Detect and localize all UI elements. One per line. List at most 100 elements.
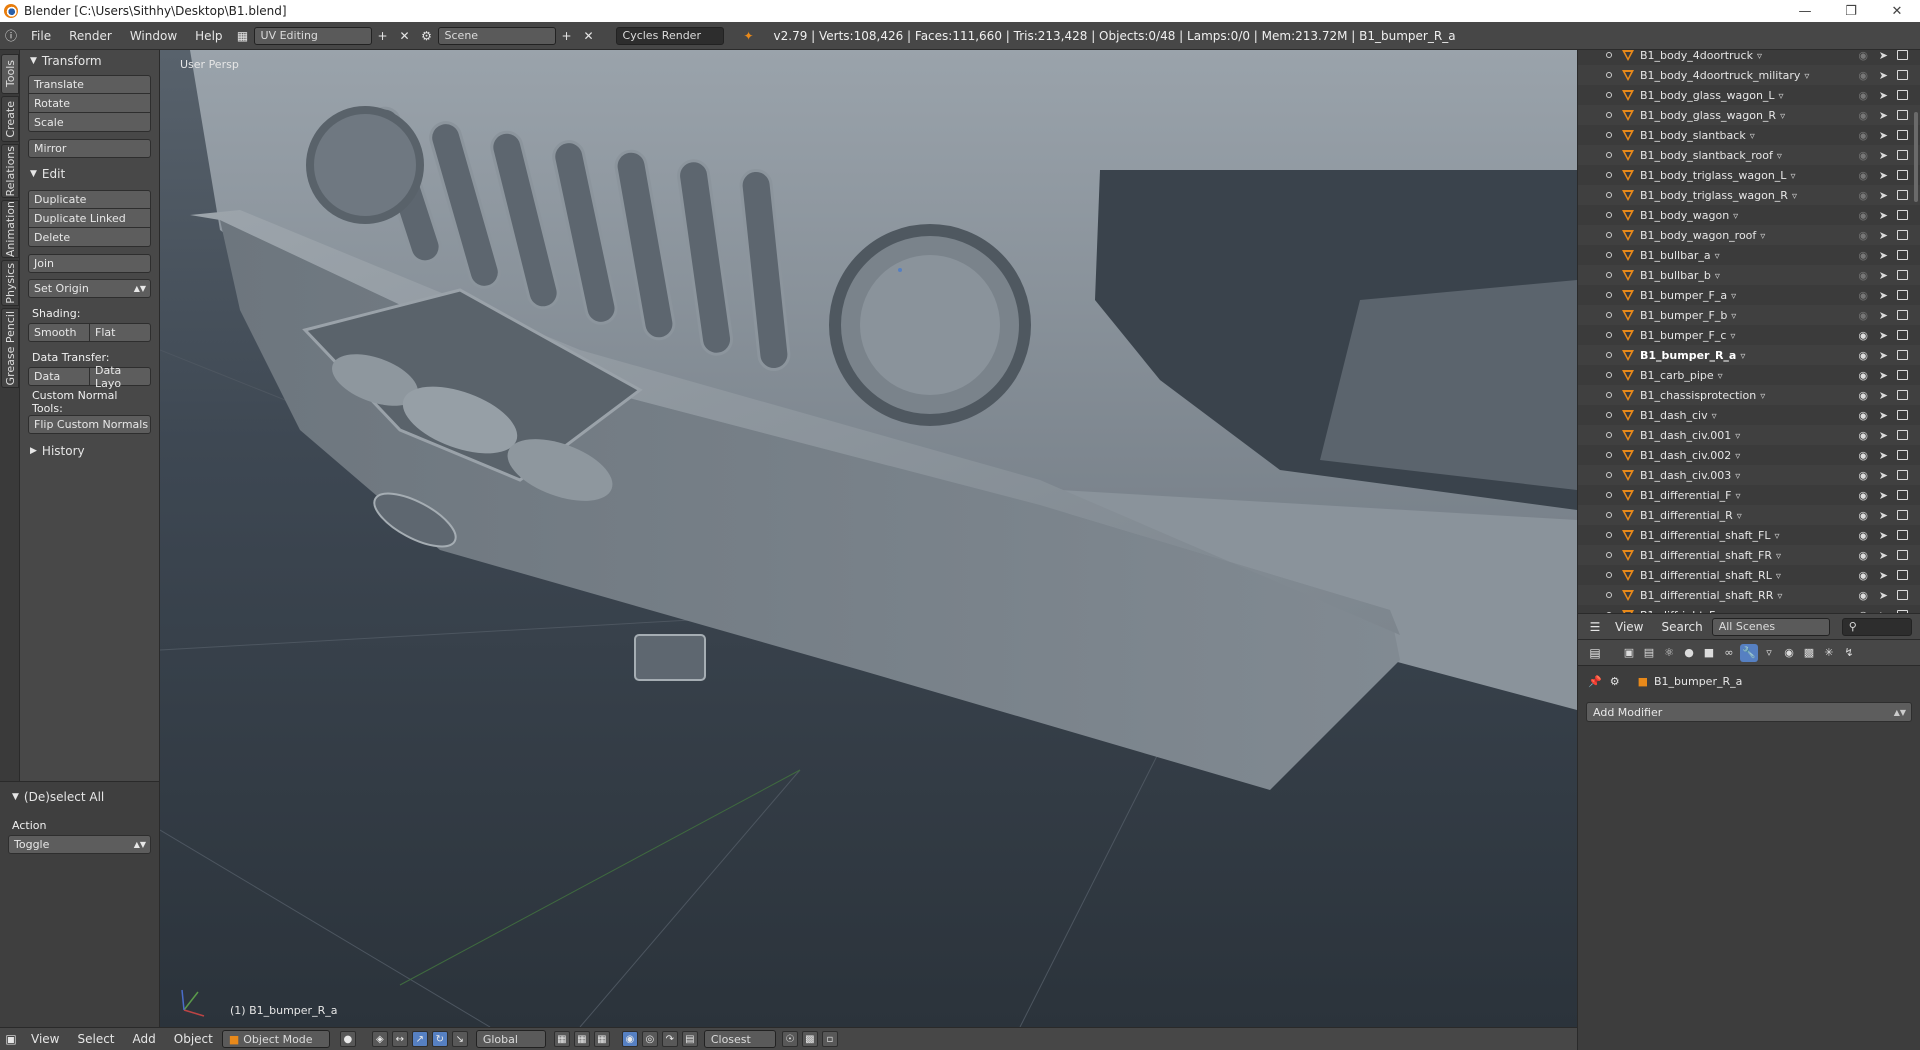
outliner-row[interactable]: B1_differential_shaft_FL ▿ ◉ ➤ xyxy=(1578,525,1920,545)
tab-animation[interactable]: Animation xyxy=(1,200,19,258)
delete-button[interactable]: Delete xyxy=(28,228,151,247)
selectable-cursor-icon[interactable]: ➤ xyxy=(1879,429,1888,442)
renderable-camera-icon[interactable] xyxy=(1897,470,1908,480)
outliner-row[interactable]: B1_body_slantback ▿ ◉ ➤ xyxy=(1578,125,1920,145)
visibility-eye-icon[interactable]: ◉ xyxy=(1858,329,1868,342)
visibility-eye-icon[interactable]: ◉ xyxy=(1858,249,1868,262)
renderable-camera-icon[interactable] xyxy=(1897,170,1908,180)
outliner-row[interactable]: B1_body_4doortruck_military ▿ ◉ ➤ xyxy=(1578,65,1920,85)
render-tab-icon[interactable]: ▣ xyxy=(1620,644,1638,662)
outliner-editor-icon[interactable]: ☰ xyxy=(1584,618,1606,636)
restrict-circle-icon[interactable] xyxy=(1606,272,1612,278)
restrict-circle-icon[interactable] xyxy=(1606,332,1612,338)
selectable-cursor-icon[interactable]: ➤ xyxy=(1879,269,1888,282)
selectable-cursor-icon[interactable]: ➤ xyxy=(1879,169,1888,182)
visibility-eye-icon[interactable]: ◉ xyxy=(1858,429,1868,442)
translate-button[interactable]: Translate xyxy=(28,75,151,94)
outliner-row[interactable]: B1_dash_civ.003 ▿ ◉ ➤ xyxy=(1578,465,1920,485)
visibility-eye-icon[interactable]: ◉ xyxy=(1858,469,1868,482)
selectable-cursor-icon[interactable]: ➤ xyxy=(1879,589,1888,602)
restrict-circle-icon[interactable] xyxy=(1606,412,1612,418)
menu-select[interactable]: Select xyxy=(68,1032,123,1046)
outliner-row[interactable]: B1_body_slantback_roof ▿ ◉ ➤ xyxy=(1578,145,1920,165)
outliner-row[interactable]: B1_bumper_F_b ▿ ◉ ➤ xyxy=(1578,305,1920,325)
renderable-camera-icon[interactable] xyxy=(1897,250,1908,260)
render-engine-select[interactable]: Cycles Render xyxy=(615,26,724,45)
renderable-camera-icon[interactable] xyxy=(1897,70,1908,80)
outliner-search-input[interactable]: ⚲ xyxy=(1841,617,1912,636)
restrict-circle-icon[interactable] xyxy=(1606,592,1612,598)
outliner-row[interactable]: B1_bullbar_b ▿ ◉ ➤ xyxy=(1578,265,1920,285)
renderable-camera-icon[interactable] xyxy=(1897,130,1908,140)
selectable-cursor-icon[interactable]: ➤ xyxy=(1879,569,1888,582)
renderable-camera-icon[interactable] xyxy=(1897,210,1908,220)
selectable-cursor-icon[interactable]: ➤ xyxy=(1879,549,1888,562)
selectable-cursor-icon[interactable]: ➤ xyxy=(1879,349,1888,362)
selectable-cursor-icon[interactable]: ➤ xyxy=(1879,129,1888,142)
proportional-edit-icon[interactable]: ◎ xyxy=(641,1031,658,1047)
info-editor-icon[interactable]: ⓘ xyxy=(0,27,22,45)
snap-target-select[interactable]: Closest xyxy=(703,1030,776,1048)
modifiers-tab-icon[interactable]: 🔧 xyxy=(1740,643,1758,662)
remove-scene-icon[interactable]: ✕ xyxy=(578,27,600,45)
renderable-camera-icon[interactable] xyxy=(1897,90,1908,100)
outliner-menu-view[interactable]: View xyxy=(1606,620,1652,634)
menu-help[interactable]: Help xyxy=(186,29,231,43)
visibility-eye-icon[interactable]: ◉ xyxy=(1858,129,1868,142)
scene-icon[interactable]: ⚙ xyxy=(416,27,438,45)
renderable-camera-icon[interactable] xyxy=(1897,550,1908,560)
outliner-row[interactable]: B1_body_triglass_wagon_L ▿ ◉ ➤ xyxy=(1578,165,1920,185)
visibility-eye-icon[interactable]: ◉ xyxy=(1858,209,1868,222)
flip-custom-normals-button[interactable]: Flip Custom Normals xyxy=(28,415,151,434)
editor-type-icon[interactable]: ▣ xyxy=(0,1030,22,1048)
renderable-camera-icon[interactable] xyxy=(1897,390,1908,400)
renderable-camera-icon[interactable] xyxy=(1897,450,1908,460)
menu-file[interactable]: File xyxy=(22,29,60,43)
viewport-shading-icon[interactable]: ● xyxy=(339,1031,356,1047)
outliner-row[interactable]: B1_body_wagon_roof ▿ ◉ ➤ xyxy=(1578,225,1920,245)
pin-icon[interactable]: 📌 xyxy=(1588,675,1602,688)
visibility-eye-icon[interactable]: ◉ xyxy=(1858,349,1868,362)
renderable-camera-icon[interactable] xyxy=(1897,430,1908,440)
renderable-camera-icon[interactable] xyxy=(1897,190,1908,200)
visibility-eye-icon[interactable]: ◉ xyxy=(1858,229,1868,242)
outliner-menu-search[interactable]: Search xyxy=(1652,620,1711,634)
rotate-button[interactable]: Rotate xyxy=(28,94,151,113)
selectable-cursor-icon[interactable]: ➤ xyxy=(1879,389,1888,402)
restrict-circle-icon[interactable] xyxy=(1606,472,1612,478)
data-layout-button[interactable]: Data Layo xyxy=(90,364,151,390)
viewport-scene[interactable] xyxy=(160,50,1577,1027)
outliner-row[interactable]: B1_chassisprotection ▿ ◉ ➤ xyxy=(1578,385,1920,405)
edit-panel-header[interactable]: ▼ Edit xyxy=(20,163,159,185)
tab-physics[interactable]: Physics xyxy=(1,260,19,306)
rotate-manipulator-icon[interactable]: ↻ xyxy=(431,1031,448,1047)
visibility-eye-icon[interactable]: ◉ xyxy=(1858,489,1868,502)
lock-camera-icon[interactable]: ◉ xyxy=(621,1031,638,1047)
layer-buttons-3-icon[interactable]: ▦ xyxy=(593,1031,610,1047)
visibility-eye-icon[interactable]: ◉ xyxy=(1858,389,1868,402)
selectable-cursor-icon[interactable]: ➤ xyxy=(1879,89,1888,102)
snap-element-icon[interactable]: ▤ xyxy=(681,1031,698,1047)
particles-tab-icon[interactable]: ✳ xyxy=(1820,644,1838,662)
scene-tab-icon[interactable]: ⚛ xyxy=(1660,644,1678,662)
texture-tab-icon[interactable]: ▩ xyxy=(1800,644,1818,662)
visibility-eye-icon[interactable]: ◉ xyxy=(1858,269,1868,282)
visibility-eye-icon[interactable]: ◉ xyxy=(1858,529,1868,542)
visibility-eye-icon[interactable]: ◉ xyxy=(1858,149,1868,162)
add-modifier-dropdown[interactable]: Add Modifier ▲▼ xyxy=(1586,702,1912,722)
visibility-eye-icon[interactable]: ◉ xyxy=(1858,549,1868,562)
visibility-eye-icon[interactable]: ◉ xyxy=(1858,369,1868,382)
layer-buttons-2-icon[interactable]: ▦ xyxy=(573,1031,590,1047)
screen-layout-icon[interactable]: ▦ xyxy=(232,27,254,45)
selectable-cursor-icon[interactable]: ➤ xyxy=(1879,149,1888,162)
outliner-row[interactable]: B1_body_triglass_wagon_R ▿ ◉ ➤ xyxy=(1578,185,1920,205)
selectable-cursor-icon[interactable]: ➤ xyxy=(1879,449,1888,462)
menu-add[interactable]: Add xyxy=(124,1032,165,1046)
render-layers-tab-icon[interactable]: ▤ xyxy=(1640,644,1658,662)
renderable-camera-icon[interactable] xyxy=(1897,310,1908,320)
translate-manipulator-icon[interactable]: ↗ xyxy=(411,1031,428,1047)
restrict-circle-icon[interactable] xyxy=(1606,132,1612,138)
maximize-button[interactable]: ❐ xyxy=(1828,0,1874,22)
selectable-cursor-icon[interactable]: ➤ xyxy=(1879,209,1888,222)
selectable-cursor-icon[interactable]: ➤ xyxy=(1879,369,1888,382)
